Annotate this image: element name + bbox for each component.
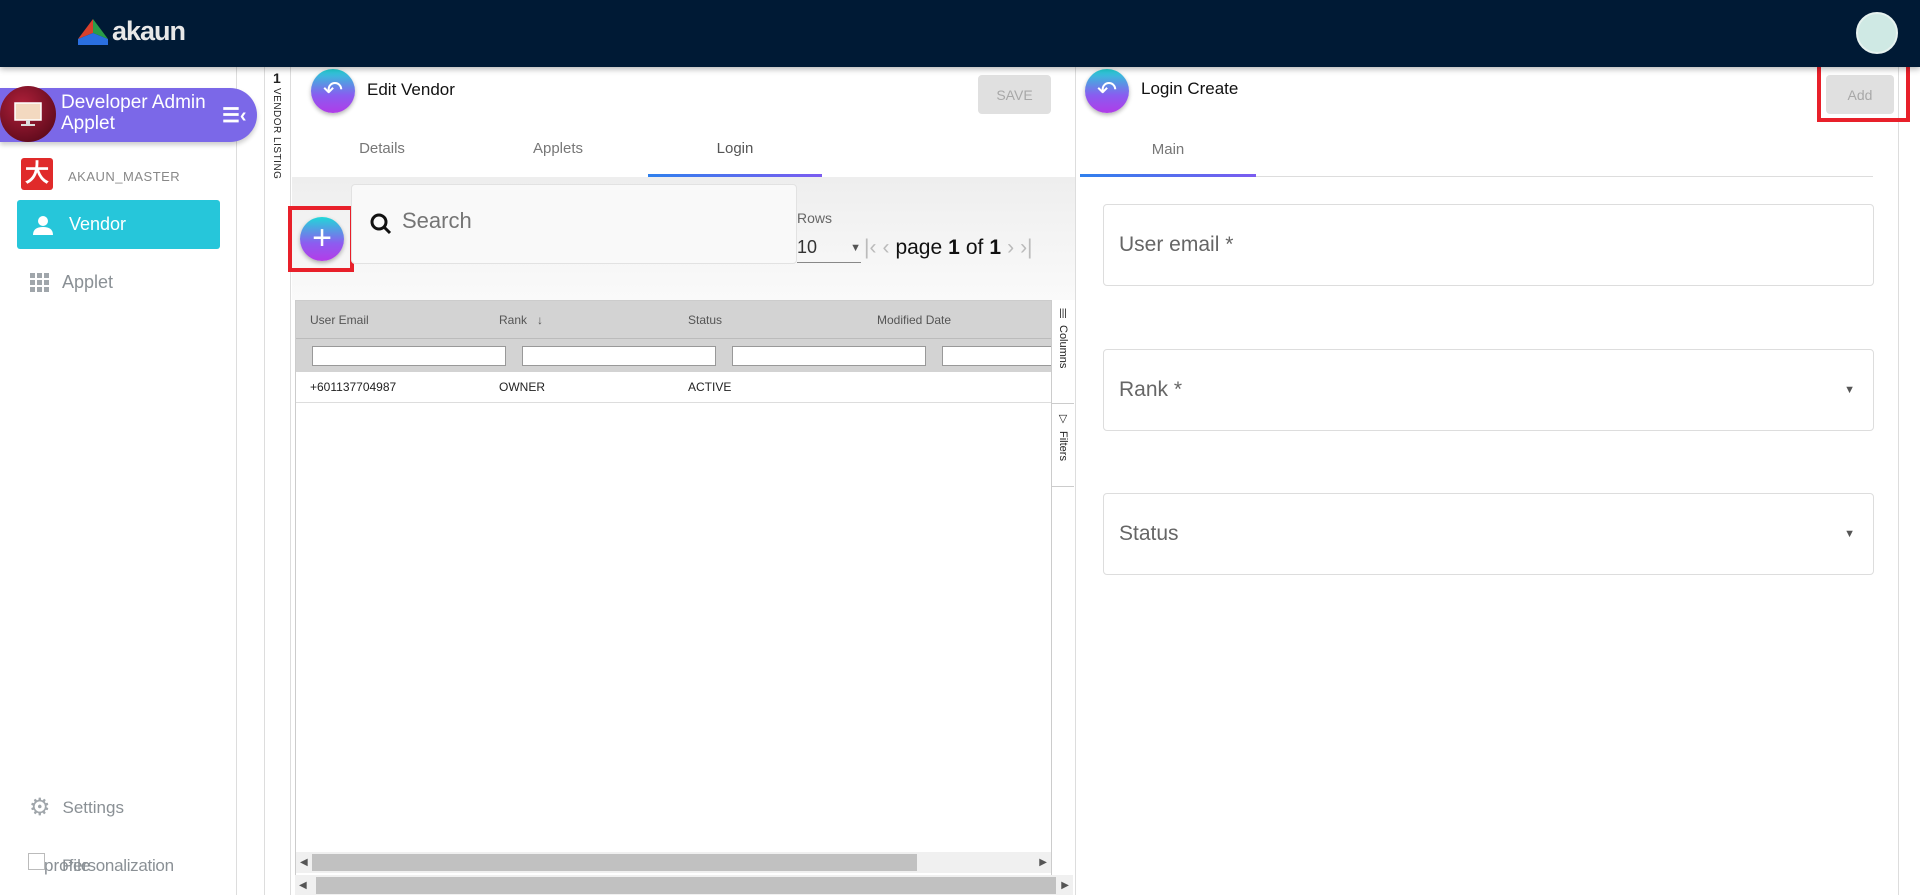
column-header-rank[interactable]: Rank ↓ <box>485 301 674 338</box>
applet-title: Developer Admin Applet <box>61 92 206 134</box>
tab-applets[interactable]: Applets <box>488 140 628 157</box>
top-bar: akaun <box>0 0 1920 67</box>
grid-icon <box>30 272 49 292</box>
tenant-logo-icon: 大 <box>21 158 53 190</box>
panel-horizontal-scrollbar[interactable]: ◀ ▶ <box>295 875 1073 895</box>
sort-desc-icon: ↓ <box>537 312 544 327</box>
listing-count: 1 <box>273 70 281 86</box>
search-icon <box>370 213 392 235</box>
filter-icon: ▽ <box>1056 412 1069 425</box>
rank-select[interactable]: Rank * ▼ <box>1103 349 1874 431</box>
column-header-status[interactable]: Status <box>674 301 863 338</box>
monitor-icon <box>0 86 56 142</box>
sidebar-item-vendor[interactable]: Vendor <box>17 200 220 249</box>
dropdown-caret-icon: ▼ <box>1844 384 1855 396</box>
login-create-panel <box>1077 67 1899 895</box>
dropdown-caret-icon: ▼ <box>1844 528 1855 540</box>
tenant-name[interactable]: AKAUN_MASTER <box>68 169 180 184</box>
panel-title: Login Create <box>1141 79 1239 98</box>
active-tab-indicator <box>1080 174 1256 177</box>
back-button[interactable]: ↶ <box>1085 69 1129 113</box>
dropdown-caret-icon: ▼ <box>850 241 861 254</box>
column-header-modified-date[interactable]: Modified Date <box>863 301 1052 338</box>
prev-page-icon[interactable]: ‹ <box>882 236 889 260</box>
first-page-icon[interactable]: |‹ <box>864 236 876 260</box>
add-login-button[interactable]: + <box>300 217 344 261</box>
person-icon <box>33 215 53 235</box>
last-page-icon[interactable]: ›| <box>1020 236 1032 260</box>
sidebar-item-settings[interactable]: ⚙ Settings <box>29 793 124 822</box>
listing-label[interactable]: VENDOR LISTING <box>271 88 282 179</box>
profile-image-icon[interactable] <box>28 853 45 870</box>
personalization-link[interactable]: Personalization <box>62 856 174 876</box>
back-arrow-icon: ↶ <box>1096 77 1118 104</box>
pager: |‹ ‹ page 1 of 1 › ›| <box>864 236 1033 260</box>
back-button[interactable]: ↶ <box>311 69 355 113</box>
user-avatar[interactable] <box>1856 12 1898 54</box>
back-arrow-icon: ↶ <box>322 77 344 104</box>
tab-main[interactable]: Main <box>1080 141 1256 158</box>
vendor-listing-strip[interactable] <box>264 67 291 895</box>
rows-label: Rows <box>797 210 833 226</box>
rank-filter[interactable] <box>522 345 716 366</box>
search-box[interactable] <box>351 184 797 264</box>
filters-tool-tab[interactable]: ▽ Filters <box>1052 404 1074 487</box>
table-row[interactable]: +601137704987 OWNER ACTIVE <box>296 372 1052 403</box>
gear-icon: ⚙ <box>29 794 51 821</box>
highlight-box <box>1817 58 1910 122</box>
login-grid: User Email Rank ↓ Status Modified Date +6… <box>295 300 1052 876</box>
plus-icon: + <box>312 219 332 257</box>
next-page-icon[interactable]: › <box>1007 236 1014 260</box>
grid-horizontal-scrollbar[interactable]: ◀ ▶ <box>296 852 1051 873</box>
save-button[interactable]: SAVE <box>978 75 1051 114</box>
grid-side-panel: ||| Columns ▽ Filters <box>1051 300 1074 876</box>
user-email-filter[interactable] <box>312 345 506 366</box>
sidebar-item-applet[interactable]: Applet <box>30 272 113 293</box>
tab-details[interactable]: Details <box>312 140 452 157</box>
sidebar <box>0 67 237 895</box>
columns-tool-tab[interactable]: ||| Columns <box>1052 300 1074 404</box>
modified-date-filter[interactable] <box>942 345 1052 366</box>
grid-header-row: User Email Rank ↓ Status Modified Date <box>296 301 1052 338</box>
tab-login[interactable]: Login <box>648 140 822 157</box>
akaun-logo[interactable]: akaun <box>78 16 186 47</box>
grid-filter-row <box>296 338 1052 372</box>
status-select[interactable]: Status ▼ <box>1103 493 1874 575</box>
user-email-field[interactable]: User email * <box>1103 204 1874 286</box>
column-header-user-email[interactable]: User Email <box>296 301 485 338</box>
rows-select[interactable]: 10 ▼ <box>797 233 861 263</box>
page-title: Edit Vendor <box>367 80 455 99</box>
tab-divider <box>1256 176 1873 177</box>
logo-triangle-icon <box>78 18 108 45</box>
status-filter[interactable] <box>732 345 926 366</box>
columns-icon: ||| <box>1059 308 1067 319</box>
menu-collapse-icon[interactable]: ☰‹ <box>222 103 247 128</box>
search-input[interactable] <box>402 208 782 234</box>
